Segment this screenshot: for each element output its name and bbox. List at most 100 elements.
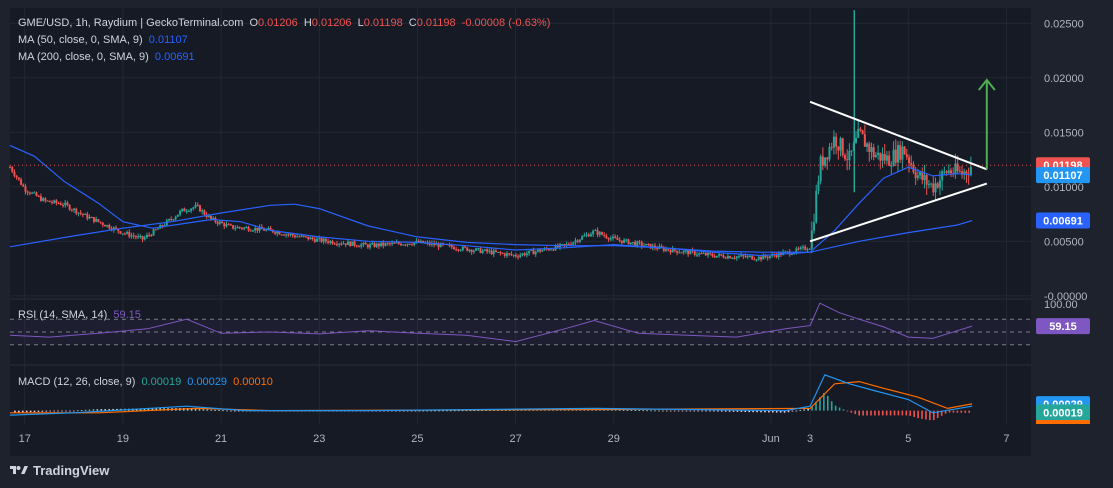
candle-body [843, 155, 846, 160]
candle-body [715, 255, 718, 258]
macd-histogram-bar [732, 410, 735, 412]
candle-body [534, 251, 537, 255]
candle-body [866, 143, 869, 147]
candle-body [892, 149, 895, 166]
candle-body [923, 175, 926, 181]
ma50-value: 0.01107 [148, 34, 188, 46]
candle-body [86, 213, 89, 219]
macd-histogram-bar [952, 410, 955, 413]
candle-body [238, 226, 241, 228]
candle-body [868, 143, 871, 152]
candle-body [333, 243, 336, 245]
candle-body [99, 221, 102, 223]
candle-body [914, 172, 917, 179]
macd-histogram-bar [803, 409, 806, 411]
candle-body [371, 243, 374, 245]
ma200-badge: 0.00691 [1043, 215, 1083, 227]
candle-body [927, 184, 930, 186]
candle-body [830, 146, 833, 148]
macd-histogram-bar [713, 410, 715, 412]
price-chart[interactable]: 0.02500 0.02000 0.01500 0.01000 0.00500 -0.00… [0, 0, 1113, 488]
candle-body [874, 155, 877, 158]
macd-value-badge: 0.00019 [1043, 407, 1083, 419]
macd-histogram-bar [913, 410, 915, 418]
macd-histogram-bar [53, 410, 55, 412]
ma200-label: MA (200, close, 0, SMA, 9) [18, 51, 149, 63]
candle-body [170, 219, 173, 221]
macd-histogram-bar [650, 410, 652, 412]
x-tick-label: 5 [905, 433, 911, 445]
candle-body [718, 254, 721, 256]
x-tick-label: 19 [117, 433, 129, 445]
candle-body [841, 138, 844, 156]
ma50-label: MA (50, close, 0, SMA, 9) [18, 34, 143, 46]
candle-body [174, 216, 177, 220]
candle-body [388, 243, 391, 245]
y-tick-label: 0.01500 [1044, 127, 1084, 139]
candle-body [11, 167, 14, 172]
candle-body [172, 219, 175, 221]
candle-body [225, 224, 228, 227]
candle-body [457, 249, 460, 251]
candle-body [510, 253, 513, 255]
candle-body [152, 229, 155, 236]
macd-histogram-bar [925, 410, 927, 420]
candle-body [459, 250, 462, 252]
candle-body [349, 241, 352, 247]
macd-histogram-bar [669, 410, 672, 412]
candle-body [101, 222, 104, 225]
macd-histogram-bar [29, 410, 32, 413]
macd-histogram-bar [634, 410, 637, 411]
macd-histogram-bar [685, 410, 688, 412]
macd-histogram-bar [893, 410, 896, 416]
candle-body [466, 247, 469, 251]
candle-body [722, 255, 725, 258]
candle-body [600, 232, 603, 235]
macd-histogram-bar [88, 409, 91, 411]
candle-body [698, 253, 701, 255]
candle-body [298, 236, 301, 238]
candle-body [921, 172, 924, 181]
candle-body [48, 200, 51, 203]
candle-body [744, 256, 747, 258]
candle-body [755, 259, 758, 261]
macd-histogram-bar [73, 410, 75, 412]
candle-body [753, 259, 756, 261]
candle-body [631, 241, 634, 243]
candle-body [411, 244, 414, 246]
candle-body [73, 208, 76, 210]
candle-body [947, 170, 950, 173]
macd-hist-value: 0.00010 [233, 376, 273, 388]
candle-body [680, 252, 683, 254]
candle-body [620, 240, 623, 243]
macd-histogram-bar [198, 409, 201, 411]
candle-body [656, 248, 659, 250]
candle-body [669, 250, 672, 253]
candle-body [75, 208, 78, 214]
candle-body [201, 210, 204, 212]
candle-body [119, 231, 122, 234]
ma50-legend: MA (50, close, 0, SMA, 9) 0.01107 [18, 33, 191, 47]
candle-body [404, 244, 407, 246]
candle-body [115, 227, 118, 229]
candle-body [148, 234, 151, 236]
macd-histogram-bar [96, 409, 99, 411]
candle-body [302, 235, 305, 237]
candle-body [550, 249, 553, 251]
macd-histogram-bar [92, 409, 95, 411]
candle-body [22, 184, 25, 187]
candle-body [824, 157, 827, 166]
macd-histogram-bar [84, 409, 87, 411]
tradingview-logo[interactable]: TradingView [10, 462, 109, 478]
candle-body [42, 198, 45, 201]
candle-body [402, 244, 405, 246]
candle-body [331, 241, 334, 244]
candle-body [251, 230, 254, 232]
candle-body [574, 240, 577, 243]
candle-body [35, 192, 38, 196]
candle-body [81, 213, 84, 215]
macd-histogram-bar [65, 410, 67, 412]
candle-body [894, 149, 897, 163]
candle-body [861, 130, 864, 135]
candle-body [735, 256, 738, 259]
